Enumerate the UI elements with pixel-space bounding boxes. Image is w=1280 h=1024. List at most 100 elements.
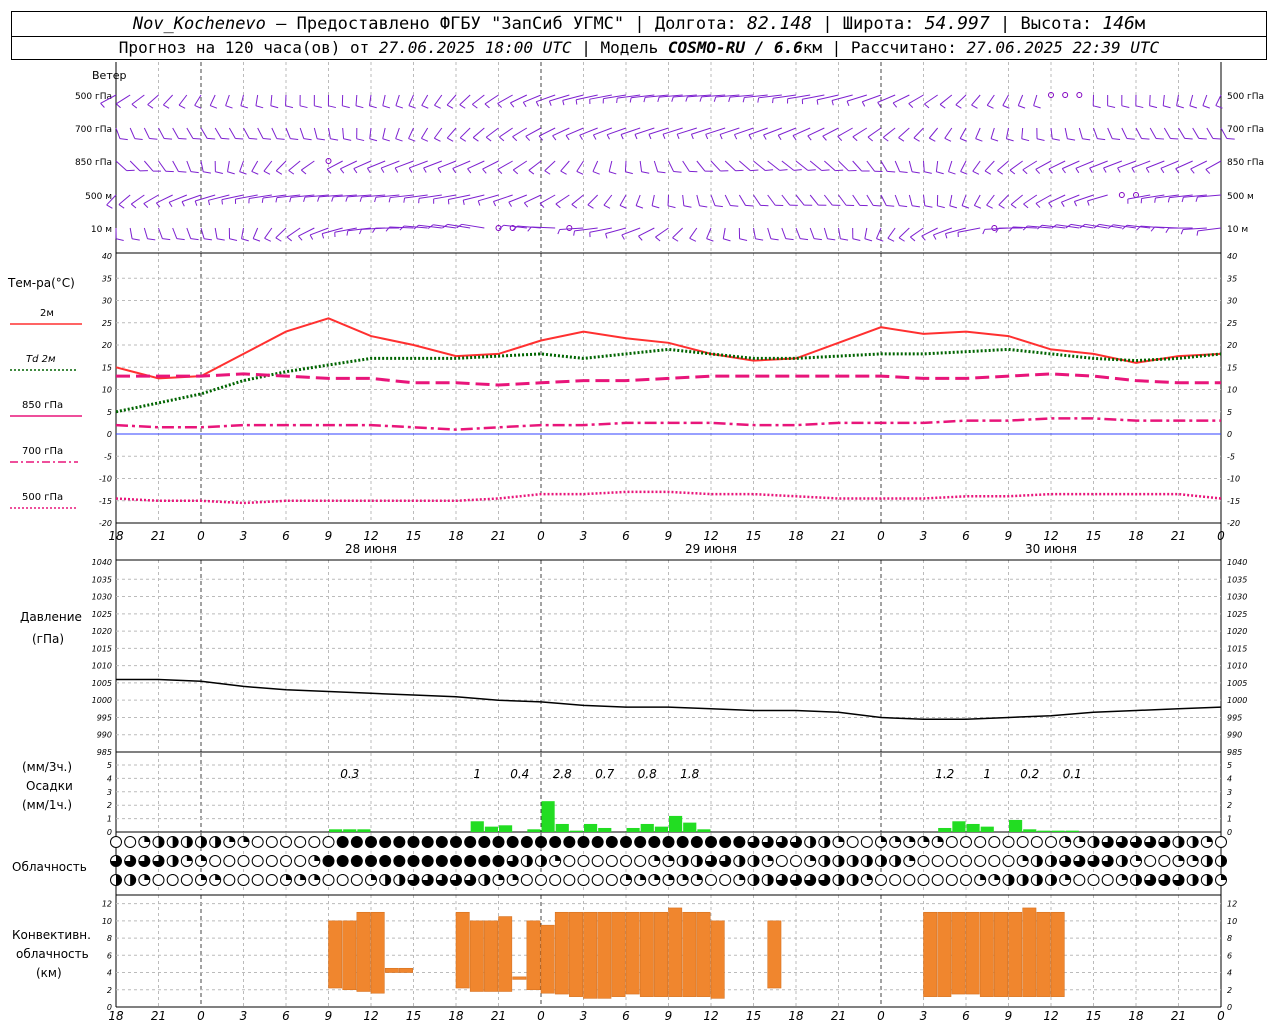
legend-label-500: 500 гПа	[22, 492, 63, 503]
pressure-tick-label: 995	[97, 713, 112, 722]
conv-cloud-bar	[583, 911, 598, 999]
wind-barb-shaft	[472, 127, 485, 138]
wind-barb-shaft	[194, 94, 202, 106]
cloud-cover-half	[215, 836, 221, 848]
wind-barb-shaft	[959, 127, 967, 139]
wind-barb-flag	[1022, 169, 1028, 175]
cloud-cover-half	[1051, 855, 1057, 867]
cloud-cover-circle	[549, 874, 562, 886]
wind-barb-shaft	[1005, 127, 1009, 139]
time-tick-label: 18	[448, 1009, 464, 1023]
wind-barb-shaft	[512, 127, 528, 138]
wind-barb-flag	[909, 236, 916, 242]
wind-barb-flag	[822, 135, 827, 141]
wind-barb-flag	[867, 136, 874, 142]
cloud-cover-fill	[478, 836, 490, 848]
cloud-cover-circle	[846, 836, 859, 848]
temp-title: Тем-ра(°C)	[7, 276, 75, 290]
wind-barb-flag	[1141, 138, 1150, 140]
wind-barb-flag	[437, 167, 442, 173]
wind-barb-shaft	[877, 94, 896, 103]
wind-barb-shaft	[1035, 160, 1052, 170]
conv-tick-label: 8	[107, 934, 112, 943]
cloud-cover-half	[541, 855, 547, 867]
precip-bar	[484, 826, 498, 832]
wind-barb-flag	[1202, 105, 1210, 109]
wind-barb-shaft	[837, 127, 853, 137]
wind-barb-flag	[100, 102, 105, 108]
wind-barb-shaft	[1064, 127, 1068, 139]
cloud-cover-quarter	[654, 855, 660, 861]
precip-tick-label-right: 4	[1227, 774, 1232, 783]
wind-barb-shaft	[739, 160, 751, 171]
conv-tick-label-right: 6	[1227, 951, 1232, 960]
wind-barb-flag	[620, 134, 624, 140]
wind-barb-flag	[492, 201, 497, 207]
wind-barb-flag	[638, 235, 643, 241]
wind-barb-flag	[1010, 204, 1017, 209]
conv-title-3: (км)	[36, 966, 62, 980]
pressure-tick-label: 1015	[92, 644, 112, 653]
precip-sum-label: 1.2	[935, 767, 954, 781]
wind-barb-flag	[303, 138, 312, 141]
cloud-cover-circle	[1144, 855, 1157, 867]
wind-barb-flag	[605, 233, 608, 239]
wind-barb-shaft	[781, 160, 795, 171]
cloud-cover-fill	[663, 836, 674, 848]
precip-tick-label-right: 5	[1227, 761, 1232, 770]
precip-bar	[598, 827, 612, 832]
wind-barb-shaft	[459, 94, 471, 106]
wind-barb-flag	[837, 136, 843, 141]
cloud-cover-circle	[931, 855, 944, 867]
cloud-cover-quarter	[668, 874, 674, 880]
wind-barb-shaft	[763, 127, 783, 136]
wind-barb-flag	[1190, 168, 1195, 174]
wind-level-label: 10 м	[91, 225, 112, 235]
conv-cloud-bar	[1022, 907, 1037, 997]
wind-barb-flag	[263, 170, 271, 175]
wind-barb-flag	[924, 103, 930, 109]
cloud-cover-quarter	[1178, 855, 1184, 861]
wind-barb-flag	[353, 168, 358, 174]
cloud-cover-circle	[790, 855, 802, 867]
wind-barb-flag	[227, 171, 235, 175]
wind-barb-flag	[421, 137, 429, 142]
wind-barb-flag	[499, 136, 505, 142]
time-tick-label: 6	[962, 529, 970, 543]
cloud-cover-quarter	[144, 874, 150, 880]
wind-barb-shaft	[186, 227, 192, 239]
wind-barb-flag	[625, 171, 633, 175]
time-tick-label: 3	[580, 529, 588, 543]
cloud-cover-circle	[180, 874, 193, 886]
wind-barb-shaft	[682, 160, 690, 172]
wind-barb-shaft	[131, 94, 145, 105]
precip-sum-label: 0.3	[340, 767, 359, 781]
wind-barb-shaft	[960, 160, 967, 172]
wind-barb-shaft	[696, 194, 701, 206]
wind-barb-shaft	[608, 160, 613, 172]
wind-barb-flag	[408, 167, 413, 173]
wind-barb-flag	[286, 236, 293, 242]
pressure-tick-label: 1005	[92, 679, 112, 688]
cloud-cover-circle	[605, 855, 618, 867]
precip-bar	[555, 823, 569, 832]
conv-cloud-bar	[554, 911, 569, 995]
cloud-cover-circle	[1158, 855, 1171, 867]
wind-barb-shaft	[753, 160, 766, 171]
wind-barb-shaft	[528, 160, 542, 171]
wind-barb-flag	[1067, 138, 1076, 141]
wind-barb-shaft	[655, 227, 669, 238]
pressure-tick-label: 1010	[92, 662, 112, 671]
wind-barb-shaft	[239, 160, 244, 172]
wind-barb-shaft	[472, 94, 485, 105]
wind-barb-flag	[975, 138, 983, 142]
wind-barb-flag	[317, 196, 320, 202]
wind-barb-shaft	[1050, 127, 1053, 139]
wind-barb-flag	[314, 105, 322, 109]
wind-barb-flag	[770, 238, 779, 241]
wind-barb-flag	[699, 205, 708, 208]
wind-barb-shaft	[115, 127, 121, 139]
wind-barb-shaft	[1206, 127, 1214, 139]
cloud-cover-fill	[648, 836, 660, 848]
wind-barb-flag	[345, 196, 348, 202]
